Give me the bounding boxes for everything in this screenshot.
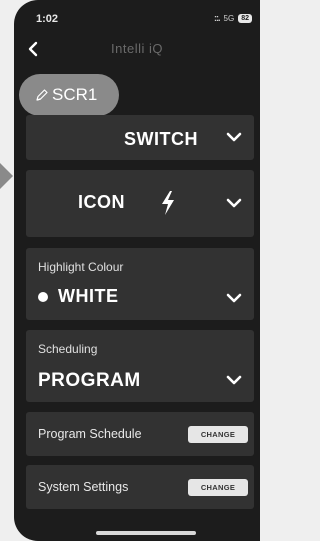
colour-swatch bbox=[38, 291, 48, 302]
program-schedule-row: Program Schedule CHANGE bbox=[26, 412, 254, 456]
highlight-colour-dropdown[interactable]: Highlight Colour WHITE bbox=[26, 248, 254, 320]
highlight-colour-label: Highlight Colour bbox=[38, 260, 124, 274]
scheduling-value: PROGRAM bbox=[38, 370, 141, 391]
icon-label: ICON bbox=[78, 192, 125, 212]
system-settings-label: System Settings bbox=[38, 480, 129, 494]
network-label: 5G bbox=[223, 13, 235, 23]
phone-screen: 1:02 ::. 5G 82 Intelli iQ SCR1 SWITCH IC… bbox=[14, 0, 260, 541]
chevron-down-icon bbox=[226, 132, 242, 142]
switch-dropdown[interactable]: SWITCH bbox=[26, 115, 254, 160]
lightning-bolt-icon bbox=[162, 191, 174, 215]
chevron-down-icon bbox=[226, 375, 242, 385]
system-settings-row: System Settings CHANGE bbox=[26, 465, 254, 509]
chevron-down-icon bbox=[226, 198, 242, 208]
signal-icon: ::. bbox=[214, 13, 220, 23]
device-name-label: SCR1 bbox=[52, 85, 98, 104]
scheduling-dropdown[interactable]: Scheduling PROGRAM bbox=[26, 330, 254, 402]
highlight-colour-value: WHITE bbox=[38, 286, 119, 307]
device-name-button[interactable]: SCR1 bbox=[19, 74, 119, 116]
program-schedule-label: Program Schedule bbox=[38, 427, 142, 441]
status-indicators: ::. 5G 82 bbox=[214, 13, 252, 23]
chevron-down-icon bbox=[226, 293, 242, 303]
highlight-colour-text: WHITE bbox=[58, 286, 119, 306]
system-settings-change-button[interactable]: CHANGE bbox=[188, 479, 248, 496]
switch-label: SWITCH bbox=[124, 129, 198, 149]
nav-bar: Intelli iQ bbox=[14, 36, 260, 64]
battery-icon: 82 bbox=[238, 13, 252, 23]
home-indicator[interactable] bbox=[96, 531, 196, 535]
status-time: 1:02 bbox=[36, 13, 59, 25]
app-title: Intelli iQ bbox=[111, 41, 163, 56]
program-schedule-change-button[interactable]: CHANGE bbox=[188, 426, 248, 443]
pointer-arrow bbox=[0, 163, 13, 189]
status-bar: 1:02 ::. 5G 82 bbox=[14, 0, 260, 40]
icon-dropdown[interactable]: ICON bbox=[26, 170, 254, 237]
pencil-icon bbox=[36, 89, 48, 101]
scheduling-label: Scheduling bbox=[38, 342, 98, 356]
